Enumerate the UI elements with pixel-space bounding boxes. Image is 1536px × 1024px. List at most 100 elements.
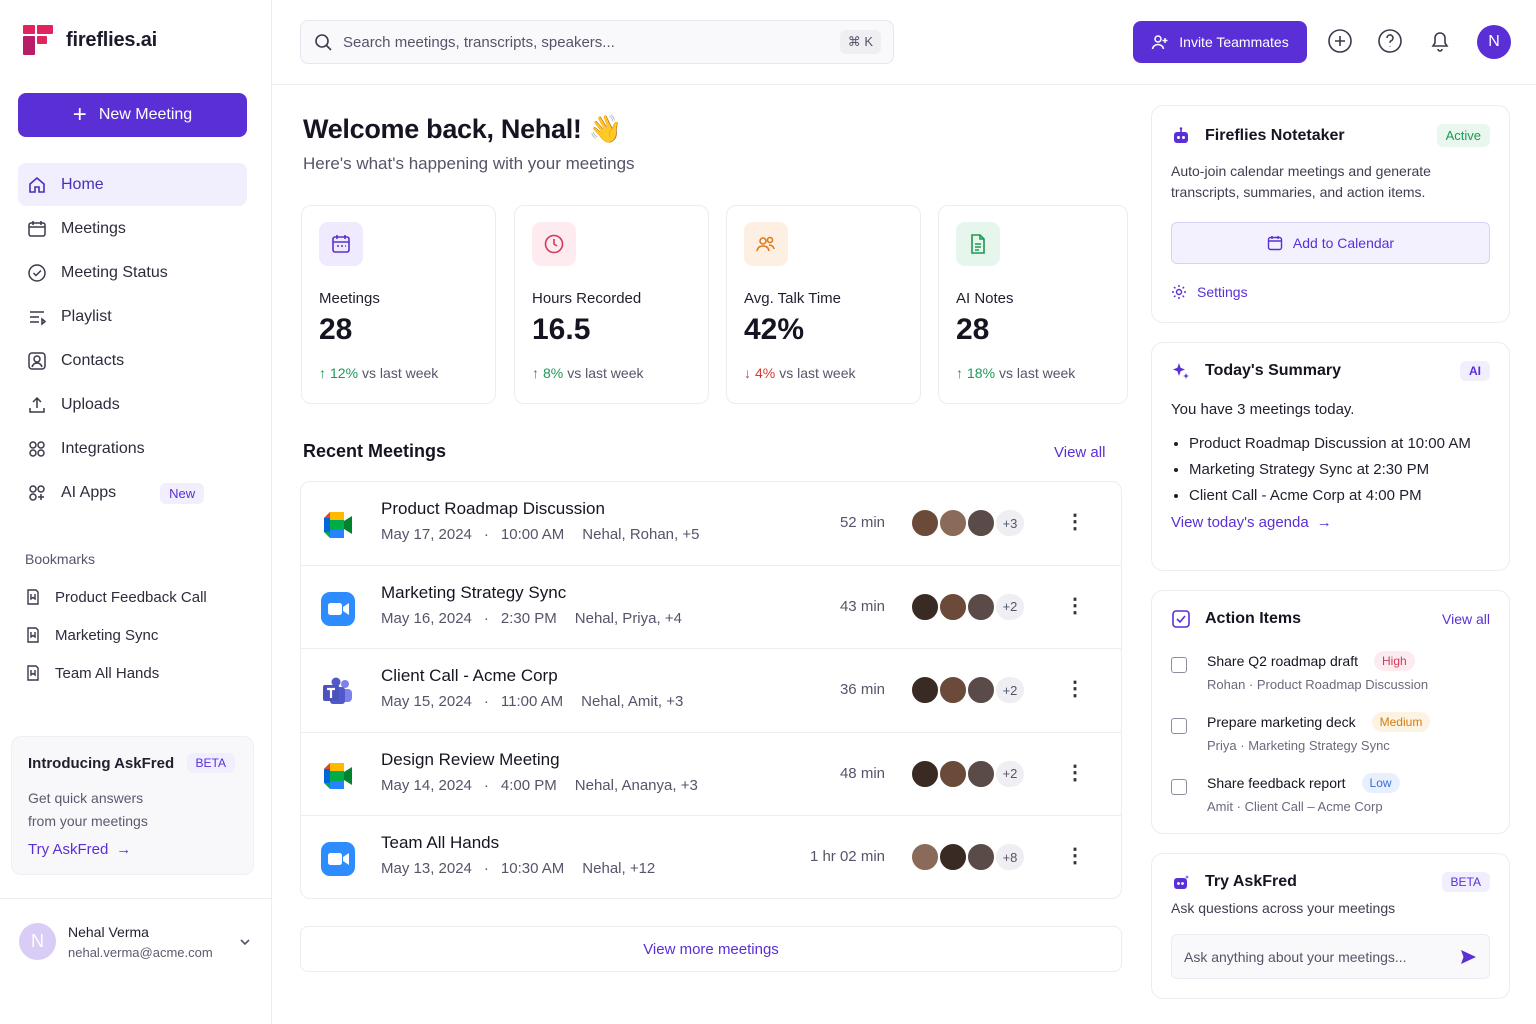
sidebar-item-playlist[interactable]: Playlist <box>18 295 247 339</box>
people-icon <box>744 222 788 266</box>
sidebar-item-label: Uploads <box>61 396 120 413</box>
calendar-icon <box>28 221 46 237</box>
meeting-time: 10:30 AM <box>500 860 565 878</box>
calendar-icon <box>1267 236 1283 251</box>
bookmark-item[interactable]: Product Feedback Call <box>25 578 207 616</box>
try-askfred-link[interactable]: Try AskFred → <box>28 841 237 858</box>
meeting-row[interactable]: Client Call - Acme Corp May 15, 2024 · 11:… <box>301 649 1121 733</box>
avatar <box>910 675 940 706</box>
stat-delta: ↑ 12% vs last week <box>319 365 478 381</box>
beta-badge: BETA <box>186 753 235 773</box>
sidebar-item-contacts[interactable]: Contacts <box>18 339 247 383</box>
meeting-people: Nehal, +12 <box>582 860 656 878</box>
more-options-icon[interactable]: ⋮ <box>1065 512 1085 532</box>
more-options-icon[interactable]: ⋮ <box>1065 679 1085 699</box>
summary-item: Client Call - Acme Corp at 4:00 PM <box>1189 486 1490 505</box>
send-icon[interactable] <box>1459 948 1477 966</box>
stat-label: Meetings <box>319 290 380 307</box>
settings-link[interactable]: Settings <box>1171 284 1490 300</box>
view-all-actions-link[interactable]: View all <box>1442 611 1490 627</box>
checklist-icon <box>1172 610 1190 628</box>
sidebar-item-home[interactable]: Home <box>18 163 247 206</box>
action-owner: Amit <box>1207 799 1233 814</box>
action-checkbox[interactable] <box>1171 657 1187 673</box>
action-checkbox[interactable] <box>1171 779 1187 795</box>
view-agenda-link[interactable]: View today's agenda → <box>1171 514 1490 531</box>
zoom-icon <box>321 842 355 877</box>
new-meeting-button[interactable]: + New Meeting <box>18 93 247 137</box>
meeting-title: Marketing Strategy Sync <box>381 582 567 602</box>
sidebar-item-meetings[interactable]: Meetings <box>18 207 247 251</box>
meeting-row[interactable]: Product Roadmap Discussion May 17, 2024 ·… <box>301 482 1121 566</box>
calendar-icon <box>319 222 363 266</box>
meeting-row[interactable]: Design Review Meeting May 14, 2024 · 4:00 … <box>301 733 1121 817</box>
sidebar-item-label: Home <box>61 175 104 193</box>
meeting-row[interactable]: Team All Hands May 13, 2024 · 10:30 AM Neha… <box>301 816 1121 898</box>
summary-item: Marketing Strategy Sync at 2:30 PM <box>1189 460 1490 479</box>
stat-value: 28 <box>319 313 353 346</box>
more-options-icon[interactable]: ⋮ <box>1065 596 1085 616</box>
shortcut-hint: ⌘ K <box>839 30 881 54</box>
askfred-icon <box>1174 875 1189 889</box>
askfred-input[interactable] <box>1184 948 1451 965</box>
bookmark-label: Team All Hands <box>55 664 160 682</box>
avatar <box>938 675 968 706</box>
sidebar-item-meeting-status[interactable]: Meeting Status <box>18 251 247 295</box>
sidebar-item-ai-apps[interactable]: AI Apps New <box>18 471 247 515</box>
add-to-calendar-label: Add to Calendar <box>1292 235 1395 251</box>
askfred-card: Try AskFred BETA Ask questions across yo… <box>1151 853 1510 999</box>
status-icon <box>28 264 46 282</box>
arrow-right-icon: → <box>116 841 132 858</box>
bookmark-label: Marketing Sync <box>55 626 159 644</box>
new-meeting-label: New Meeting <box>98 106 193 123</box>
bookmark-label: Product Feedback Call <box>55 588 207 606</box>
delta-value: 18% <box>967 365 996 381</box>
add-circle-icon[interactable] <box>1327 28 1353 54</box>
more-options-icon[interactable]: ⋮ <box>1065 763 1085 783</box>
promo-desc-line: Get quick answers <box>28 790 144 806</box>
meeting-row[interactable]: Marketing Strategy Sync May 16, 2024 · 2:3… <box>301 566 1121 650</box>
bell-icon[interactable] <box>1427 28 1453 54</box>
help-icon[interactable] <box>1377 28 1403 54</box>
meeting-title: Client Call - Acme Corp <box>381 666 558 686</box>
sidebar-item-label: Meeting Status <box>61 264 168 281</box>
view-all-meetings-link[interactable]: View all <box>1054 444 1105 461</box>
user-avatar[interactable]: N <box>1477 25 1511 59</box>
logo[interactable]: fireflies.ai <box>22 24 157 56</box>
sidebar-item-label: AI Apps <box>61 484 117 501</box>
more-participants: +8 <box>994 842 1026 873</box>
sidebar-item-integrations[interactable]: Integrations <box>18 427 247 471</box>
try-askfred-label: Try AskFred <box>28 841 109 858</box>
welcome-title: Welcome back, Nehal! 👋 <box>303 114 623 144</box>
delta-value: 8% <box>543 365 564 381</box>
meeting-title: Team All Hands <box>381 833 500 853</box>
sidebar-item-uploads[interactable]: Uploads <box>18 383 247 427</box>
search-input[interactable] <box>343 33 830 51</box>
more-options-icon[interactable]: ⋮ <box>1065 846 1085 866</box>
meeting-time: 11:00 AM <box>500 693 564 711</box>
more-participants: +3 <box>994 508 1026 538</box>
meeting-title: Design Review Meeting <box>381 749 560 769</box>
view-more-meetings-button[interactable]: View more meetings <box>300 926 1122 972</box>
action-checkbox[interactable] <box>1171 718 1187 734</box>
search-bar[interactable]: ⌘ K <box>300 20 894 64</box>
meeting-date: May 13, 2024 <box>381 860 472 878</box>
action-owner: Rohan <box>1207 677 1246 692</box>
meeting-people: Nehal, Amit, +3 <box>581 693 684 711</box>
bookmark-item[interactable]: Marketing Sync <box>25 616 207 654</box>
chevron-down-icon[interactable] <box>238 935 252 949</box>
action-title: Share feedback report <box>1207 775 1346 791</box>
user-profile[interactable]: N Nehal Verma nehal.verma@acme.com <box>0 898 271 1024</box>
gear-icon <box>1172 285 1186 299</box>
invite-teammates-button[interactable]: Invite Teammates <box>1133 21 1307 63</box>
avatar <box>938 591 968 622</box>
action-meeting: Client Call – Acme Corp <box>1244 799 1383 814</box>
notetaker-card: Fireflies Notetaker Active Auto-join cal… <box>1151 105 1510 323</box>
ai-badge: AI <box>1460 361 1490 381</box>
grid-icon <box>29 441 45 457</box>
bookmark-item[interactable]: Team All Hands <box>25 654 207 692</box>
bookmark-icon <box>27 627 39 643</box>
sidebar-item-label: Contacts <box>61 352 125 369</box>
add-to-calendar-button[interactable]: Add to Calendar <box>1171 222 1490 264</box>
add-user-icon <box>1152 35 1168 50</box>
